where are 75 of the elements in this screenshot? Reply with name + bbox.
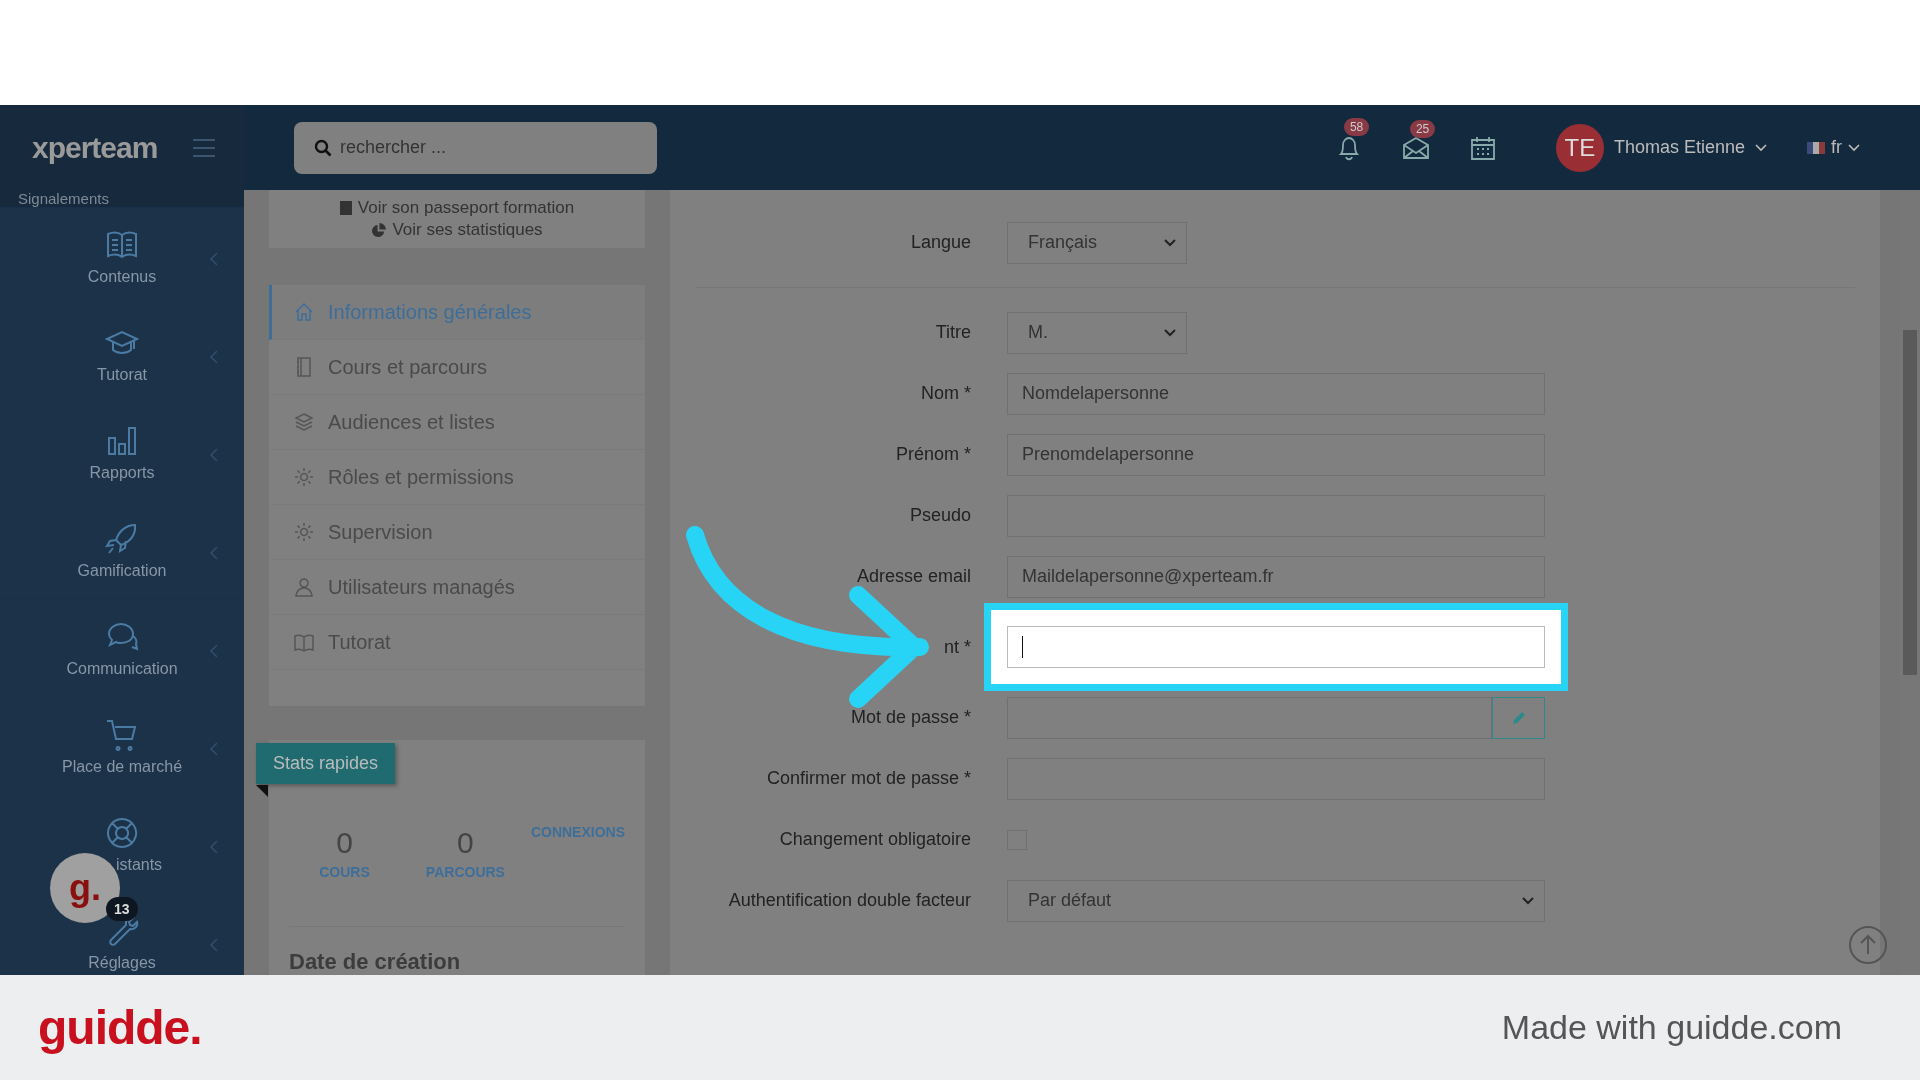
field-label: nt * bbox=[942, 636, 972, 658]
field-label: Adresse email bbox=[855, 566, 972, 587]
cart-icon bbox=[105, 717, 139, 752]
field-label: Titre bbox=[934, 322, 972, 343]
menu-icon[interactable] bbox=[192, 137, 216, 158]
profile-link[interactable]: Voir son passeport formation bbox=[339, 198, 575, 218]
envelope-icon[interactable] bbox=[1401, 135, 1430, 160]
sidebar-item[interactable]: Contenus bbox=[0, 207, 244, 305]
chevron-icon bbox=[210, 252, 218, 266]
sidebar-item[interactable]: Communication bbox=[0, 599, 244, 697]
stat-value: 0 bbox=[336, 826, 353, 860]
input-field[interactable]: Prenomdelapersonne bbox=[1007, 433, 1545, 476]
search-icon bbox=[314, 138, 332, 157]
sidebar-item[interactable]: Rapports bbox=[0, 403, 244, 501]
rocket-icon bbox=[105, 521, 139, 556]
stat-label: COURS bbox=[319, 864, 370, 880]
field-label: Nom * bbox=[920, 383, 972, 404]
chevron-icon bbox=[210, 350, 218, 364]
stat-label: PARCOURS bbox=[425, 864, 505, 880]
tag-fold-icon bbox=[256, 785, 268, 797]
sidebar-item[interactable]: Place de marché bbox=[0, 697, 244, 795]
input-field[interactable] bbox=[1007, 626, 1545, 668]
select-field[interactable]: Français bbox=[1007, 221, 1187, 264]
edit-button[interactable] bbox=[1492, 696, 1545, 739]
field-label: Confirmer mot de passe * bbox=[765, 768, 972, 789]
caret-icon bbox=[1164, 238, 1176, 247]
flag-icon bbox=[1807, 141, 1825, 154]
caret-icon[interactable] bbox=[1848, 143, 1860, 152]
select-field[interactable]: Par défaut bbox=[1007, 879, 1545, 922]
user-menu[interactable]: Thomas Etienne bbox=[1613, 137, 1745, 158]
chevron-icon bbox=[210, 840, 218, 854]
layers-icon bbox=[294, 412, 314, 432]
message-badge: 25 bbox=[1409, 119, 1436, 138]
gear-icon bbox=[294, 522, 314, 542]
pie-chart-icon bbox=[371, 222, 387, 238]
house-icon bbox=[294, 302, 314, 322]
credit-text: Made with guidde.com bbox=[1501, 1008, 1842, 1047]
caret-icon[interactable] bbox=[1755, 143, 1767, 152]
chevron-icon bbox=[210, 644, 218, 658]
chevron-icon bbox=[210, 448, 218, 462]
stat-value: 0 bbox=[457, 826, 474, 860]
book-icon bbox=[294, 632, 314, 652]
avatar[interactable]: TE bbox=[1555, 123, 1604, 172]
search-field[interactable]: rechercher ... bbox=[294, 121, 657, 174]
section-title: Date de création bbox=[289, 949, 462, 975]
caret-icon bbox=[1522, 896, 1534, 905]
field-label: Authentification double facteur bbox=[727, 890, 972, 911]
notebook-icon bbox=[294, 357, 314, 377]
chevron-icon bbox=[210, 938, 218, 952]
language-menu[interactable]: fr bbox=[1831, 137, 1842, 158]
brand-logo: guidde. bbox=[38, 1000, 202, 1055]
caret-icon bbox=[1164, 328, 1176, 337]
gear-icon bbox=[294, 467, 314, 487]
stats-tag: Stats rapides bbox=[256, 743, 396, 784]
field-label: Prénom * bbox=[894, 444, 972, 465]
sidebar-item[interactable]: Tutorat bbox=[0, 305, 244, 403]
input-field[interactable]: Nomdelapersonne bbox=[1007, 372, 1545, 415]
passport-icon bbox=[339, 201, 352, 215]
pencil-icon bbox=[1511, 710, 1526, 725]
input-field[interactable]: Maildelapersonne@xperteam.fr bbox=[1007, 555, 1545, 598]
notification-badge: 58 bbox=[1343, 117, 1370, 136]
sidebar-item[interactable]: Gamification bbox=[0, 501, 244, 599]
field-label: Changement obligatoire bbox=[778, 829, 972, 850]
scroll-top-icon[interactable] bbox=[1848, 925, 1888, 965]
calendar-icon[interactable] bbox=[1469, 134, 1496, 161]
lifebuoy-icon bbox=[105, 815, 139, 850]
field-label: Langue bbox=[909, 232, 972, 253]
field-label: Mot de passe * bbox=[849, 707, 972, 728]
user-icon bbox=[294, 577, 314, 597]
input-field[interactable] bbox=[1007, 696, 1492, 739]
profile-link[interactable]: Voir ses statistiques bbox=[371, 220, 543, 240]
select-field[interactable]: M. bbox=[1007, 311, 1187, 354]
chevron-icon bbox=[210, 742, 218, 756]
field-label: Pseudo bbox=[908, 505, 972, 526]
chevron-icon bbox=[210, 546, 218, 560]
